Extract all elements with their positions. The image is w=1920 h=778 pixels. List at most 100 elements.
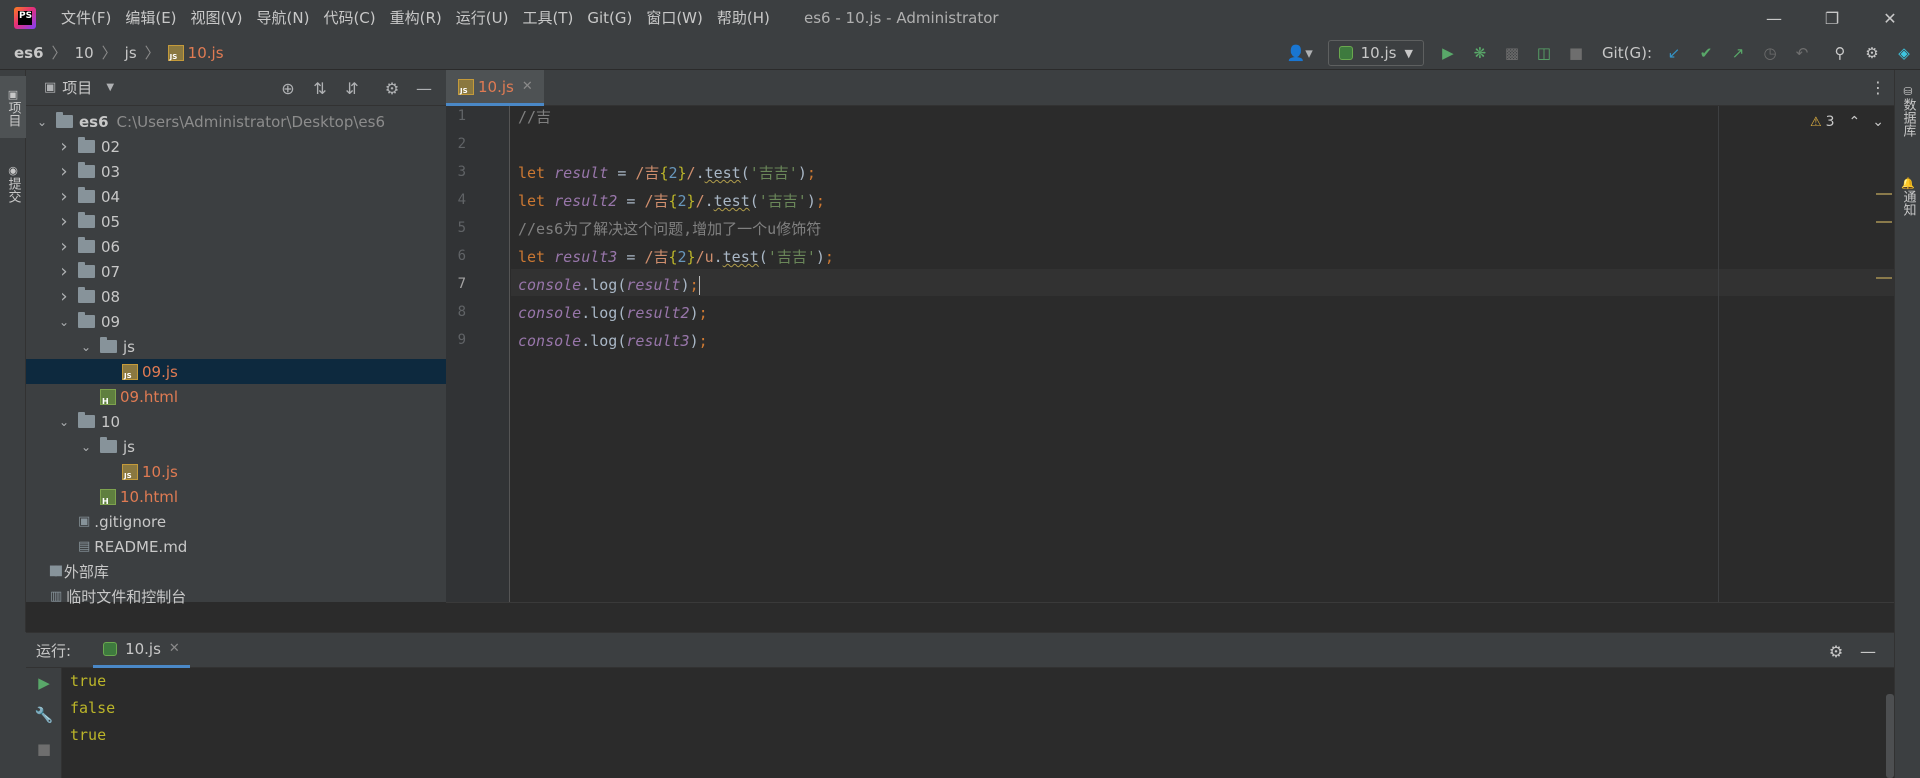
project-tool-tab[interactable]: ▣ 项目	[0, 76, 26, 138]
tree-item[interactable]: ▣ .gitignore	[26, 509, 446, 534]
tree-item[interactable]: › 07	[26, 259, 446, 284]
code-line[interactable]: let result3 = /吉{2}/u.test('吉吉');	[518, 244, 834, 271]
tab-10-js[interactable]: 10.js ✕	[446, 70, 544, 106]
menu-view[interactable]: 视图(V)	[184, 0, 250, 36]
commit-tool-tab[interactable]: ◉ 提交	[0, 148, 26, 218]
code-line[interactable]: let result = /吉{2}/.test('吉吉');	[518, 160, 816, 187]
chevron-right-icon[interactable]: ›	[56, 136, 72, 157]
settings-button[interactable]: ⚙	[1856, 39, 1888, 67]
wrench-icon[interactable]: 🔧	[26, 706, 62, 724]
chevron-down-icon[interactable]: ▼	[106, 82, 114, 93]
notifications-tool-tab[interactable]: 🔔 通知	[1895, 166, 1920, 226]
tree-item[interactable]: 10.html	[26, 484, 446, 509]
git-rollback-button[interactable]: ↶	[1786, 39, 1818, 67]
menu-window[interactable]: 窗口(W)	[639, 0, 710, 36]
tree-item[interactable]: › 05	[26, 209, 446, 234]
chevron-right-icon[interactable]: ›	[56, 161, 72, 182]
code-editor[interactable]: 1 2 3 4 5 6 7 8 9 //吉 let result = /吉{2}/.test('吉…	[446, 106, 1894, 602]
tree-item[interactable]: ▥ 临时文件和控制台	[26, 584, 446, 609]
tree-item[interactable]: ⌄ js	[26, 334, 446, 359]
chevron-down-icon[interactable]: ⌄	[78, 440, 94, 454]
collapse-all-icon[interactable]: ⇵	[336, 79, 368, 98]
menu-help[interactable]: 帮助(H)	[710, 0, 777, 36]
code-line[interactable]: let result2 = /吉{2}/.test('吉吉');	[518, 188, 825, 215]
chevron-down-icon[interactable]: ⌄	[78, 340, 94, 354]
close-window-button[interactable]: ✕	[1862, 0, 1918, 36]
run-config-select[interactable]: 10.js ▼	[1327, 40, 1424, 66]
code-line[interactable]: //es6为了解决这个问题,增加了一个u修饰符	[518, 216, 821, 243]
chevron-right-icon[interactable]: ›	[56, 211, 72, 232]
chevron-right-icon[interactable]: ›	[56, 286, 72, 307]
run-tab-10-js[interactable]: 10.js ✕	[93, 632, 190, 668]
tree-item[interactable]: › 08	[26, 284, 446, 309]
code-line[interactable]: console.log(result3);	[518, 328, 708, 355]
run-button[interactable]: ▶	[1432, 39, 1464, 67]
tree-item[interactable]: 09.js	[26, 359, 446, 384]
coverage-button[interactable]: ▩	[1496, 39, 1528, 67]
debug-button[interactable]: ❋	[1464, 39, 1496, 67]
gear-icon[interactable]: ⚙	[376, 79, 408, 98]
ide-plugin-button[interactable]: ◈	[1888, 39, 1920, 67]
menu-file[interactable]: 文件(F)	[54, 0, 118, 36]
search-button[interactable]: ⚲	[1824, 39, 1856, 67]
warning-stripe-marker[interactable]	[1876, 277, 1892, 279]
more-vertical-icon[interactable]: ⋮	[1870, 78, 1886, 97]
breadcrumb-file[interactable]: 10.js	[188, 44, 224, 62]
stop-button[interactable]: ■	[1560, 39, 1592, 67]
gear-icon[interactable]: ⚙	[1820, 642, 1852, 661]
warning-stripe-marker[interactable]	[1876, 193, 1892, 195]
chevron-down-icon[interactable]: ⌄	[56, 315, 72, 329]
database-tool-tab[interactable]: ⛁ 数据库	[1895, 76, 1920, 146]
chevron-right-icon[interactable]: ›	[56, 261, 72, 282]
restore-button[interactable]: ❐	[1804, 0, 1860, 36]
breadcrumb-10[interactable]: 10	[75, 44, 94, 62]
tree-item[interactable]: › 06	[26, 234, 446, 259]
rerun-icon[interactable]: ▶	[26, 674, 62, 692]
code-line[interactable]: console.log(result);	[518, 272, 700, 299]
warning-stripe-marker[interactable]	[1876, 221, 1892, 223]
git-commit-button[interactable]: ✔	[1690, 39, 1722, 67]
menu-run[interactable]: 运行(U)	[449, 0, 516, 36]
user-button[interactable]: 👤▾	[1280, 39, 1320, 67]
tree-item[interactable]: ⌄ js	[26, 434, 446, 459]
expand-all-icon[interactable]: ⇅	[304, 79, 336, 98]
tree-item[interactable]: 09.html	[26, 384, 446, 409]
chevron-up-icon[interactable]: ⌃	[1849, 114, 1861, 130]
code-line[interactable]: //吉	[518, 104, 551, 131]
close-tab-icon[interactable]: ✕	[169, 641, 180, 656]
menu-edit[interactable]: 编辑(E)	[118, 0, 183, 36]
chevron-down-icon[interactable]: ⌄	[56, 415, 72, 429]
stop-icon[interactable]: ■	[26, 740, 62, 758]
tree-item[interactable]: ██ 外部库	[26, 559, 446, 584]
profile-button[interactable]: ◫	[1528, 39, 1560, 67]
menu-tools[interactable]: 工具(T)	[515, 0, 580, 36]
breadcrumb-js[interactable]: js	[125, 44, 137, 62]
git-history-button[interactable]: ◷	[1754, 39, 1786, 67]
console-scrollbar[interactable]	[1886, 694, 1894, 778]
git-push-button[interactable]: ↗	[1722, 39, 1754, 67]
tree-item[interactable]: 10.js	[26, 459, 446, 484]
tree-item[interactable]: ⌄ 10	[26, 409, 446, 434]
tree-item[interactable]: ⌄ es6 C:\Users\Administrator\Desktop\es6	[26, 109, 446, 134]
git-update-button[interactable]: ↙	[1658, 39, 1690, 67]
close-tab-icon[interactable]: ✕	[522, 79, 533, 94]
hide-panel-icon[interactable]: —	[408, 79, 440, 98]
chevron-down-icon[interactable]: ⌄	[34, 115, 50, 129]
tree-item[interactable]: › 02	[26, 134, 446, 159]
menu-refactor[interactable]: 重构(R)	[383, 0, 449, 36]
chevron-right-icon[interactable]: ›	[56, 186, 72, 207]
code-line[interactable]: console.log(result2);	[518, 300, 708, 327]
inspection-widget[interactable]: ⚠ 3 ⌃ ⌄	[1810, 114, 1884, 130]
tree-item[interactable]: ⌄ 09	[26, 309, 446, 334]
locate-file-icon[interactable]: ⊕	[272, 79, 304, 98]
chevron-down-icon[interactable]: ⌄	[1872, 114, 1884, 130]
tree-item[interactable]: ▤ README.md	[26, 534, 446, 559]
hide-panel-icon[interactable]: —	[1852, 642, 1884, 661]
minimize-button[interactable]: —	[1746, 0, 1802, 36]
breadcrumb-es6[interactable]: es6	[14, 44, 44, 62]
menu-code[interactable]: 代码(C)	[316, 0, 382, 36]
menu-git[interactable]: Git(G)	[580, 0, 639, 36]
menu-navigate[interactable]: 导航(N)	[250, 0, 317, 36]
project-panel-title[interactable]: 项目	[62, 77, 92, 98]
tree-item[interactable]: › 03	[26, 159, 446, 184]
